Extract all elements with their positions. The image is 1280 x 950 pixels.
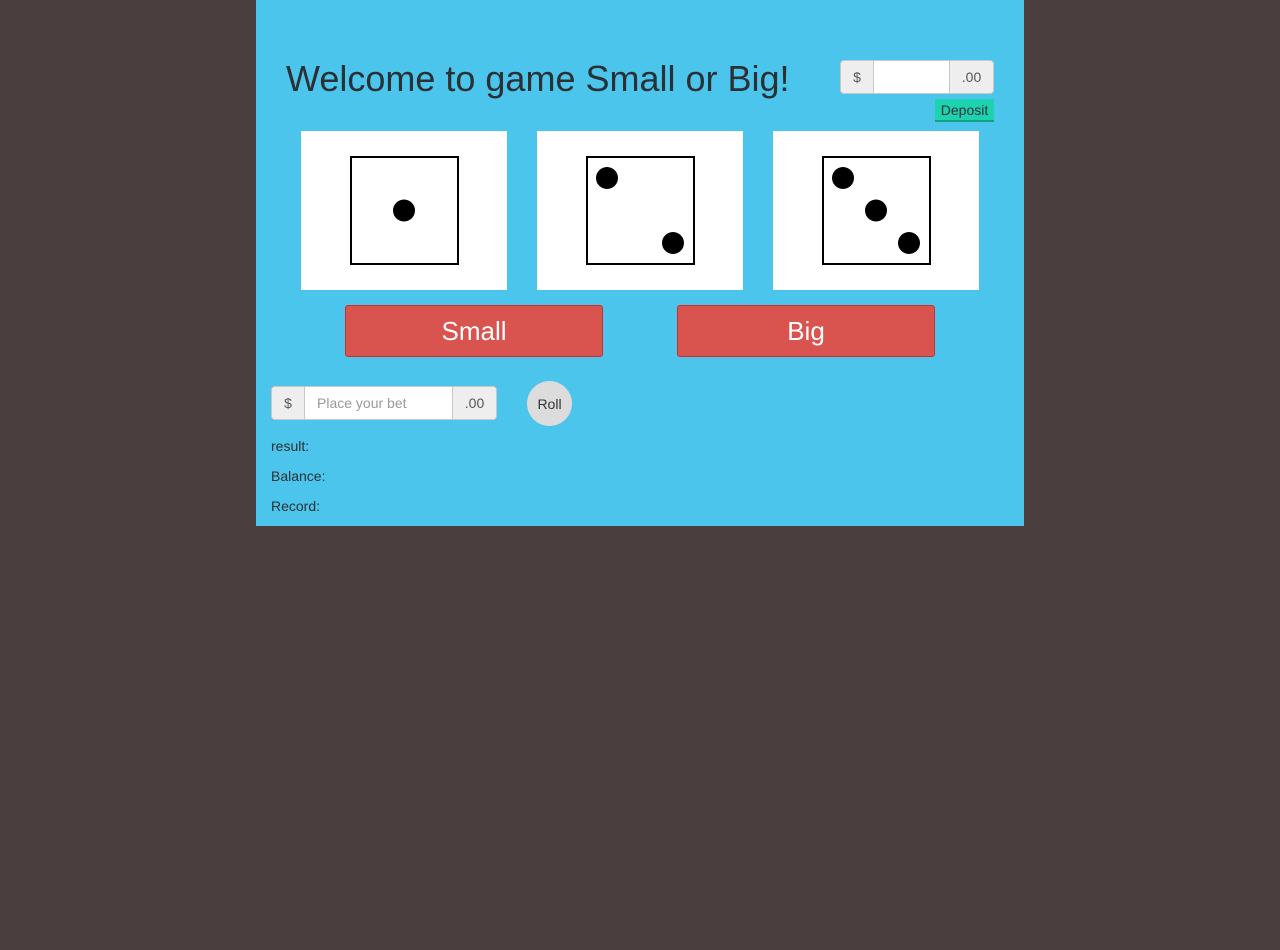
die-1 bbox=[301, 131, 507, 290]
roll-button[interactable]: Roll bbox=[527, 381, 572, 426]
small-button[interactable]: Small bbox=[345, 305, 603, 357]
page-title: Welcome to game Small or Big! bbox=[286, 58, 790, 99]
balance-label: Balance: bbox=[271, 468, 326, 484]
die-face-two-icon bbox=[586, 156, 695, 265]
deposit-amount-input[interactable] bbox=[874, 61, 949, 93]
big-button[interactable]: Big bbox=[677, 305, 935, 357]
bet-cents-addon: .00 bbox=[452, 387, 496, 419]
die-3 bbox=[773, 131, 979, 290]
die-face-three-icon bbox=[822, 156, 931, 265]
deposit-input-group: $ .00 bbox=[840, 60, 994, 94]
deposit-currency-addon: $ bbox=[841, 61, 874, 93]
bet-input-group: $ .00 bbox=[271, 386, 497, 420]
bet-amount-input[interactable] bbox=[305, 387, 452, 419]
deposit-cents-addon: .00 bbox=[949, 61, 993, 93]
bet-currency-addon: $ bbox=[272, 387, 305, 419]
record-label: Record: bbox=[271, 498, 321, 514]
game-panel: Welcome to game Small or Big! $ .00 Depo… bbox=[256, 0, 1024, 526]
die-2 bbox=[537, 131, 743, 290]
deposit-button[interactable]: Deposit bbox=[935, 99, 994, 122]
result-label: result: bbox=[271, 438, 310, 454]
die-face-one-icon bbox=[350, 156, 459, 265]
